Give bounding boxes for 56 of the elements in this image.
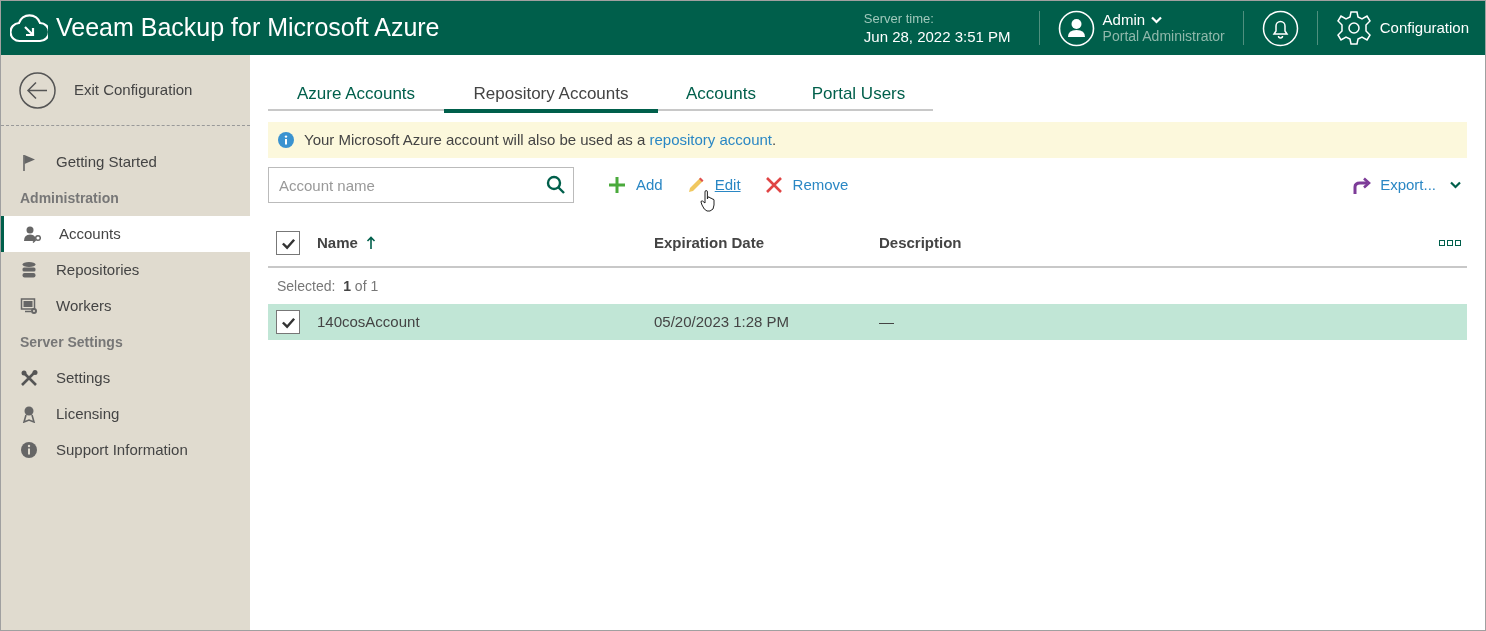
sidebar-item[interactable]: Support Information [1,432,250,468]
column-options-icon[interactable] [1439,240,1461,246]
tab[interactable]: Portal Users [784,75,933,113]
award-icon [20,405,38,423]
info-icon [278,132,294,148]
cross-icon [764,176,783,194]
search-icon [546,175,565,194]
user-role: Portal Administrator [1102,28,1225,45]
sidebar-section-heading: Administration [19,188,120,208]
table-cell: — [879,313,894,330]
app-title: Veeam Backup for Microsoft Azure [56,12,440,44]
sidebar-item[interactable]: Settings [1,360,250,396]
checkbox[interactable] [276,231,300,255]
table-cell: 140cosAccount [317,313,420,330]
chevron-down-icon [1450,181,1461,189]
chevron-down-icon[interactable] [1151,15,1163,24]
selection-count: Selected: 1 of 1 [277,276,379,296]
checkbox[interactable] [276,310,300,334]
table-cell: 05/20/2023 1:28 PM [654,313,790,330]
export-button[interactable]: Export... [1352,173,1461,197]
info-message: Your Microsoft Azure account will also be used as a repository account. [304,129,777,150]
remove-button[interactable]: Remove [764,173,849,197]
pencil-icon [686,176,705,194]
account-name-search-field[interactable]: Account name [268,167,574,203]
database-icon [20,261,38,279]
sidebar-item[interactable]: Licensing [1,396,250,432]
bell-icon[interactable] [1261,9,1299,47]
server-time: Jun 28, 2022 3:51 PM [863,28,1011,46]
user-key-icon [23,225,41,243]
column-header[interactable]: Expiration Date [654,231,765,255]
edit-button[interactable]: Edit [686,173,741,197]
sidebar-item[interactable]: Accounts [1,216,250,252]
column-header[interactable]: Description [879,231,962,255]
user-name[interactable]: Admin [1102,11,1146,28]
gear-icon [1335,10,1372,46]
configuration-button[interactable]: Configuration [1335,10,1469,46]
hand-cursor-icon [699,189,716,212]
add-button[interactable]: Add [608,173,663,197]
sidebar-section-heading: Server Settings [19,332,124,352]
user-avatar-icon[interactable] [1057,9,1095,47]
tab[interactable]: Azure Accounts [268,75,444,113]
monitor-gear-icon [20,297,38,315]
info-icon [20,441,38,459]
server-time-label: Server time: [863,10,935,28]
sidebar-item[interactable]: Repositories [1,252,250,288]
tools-icon [20,369,38,387]
plus-icon [608,176,626,194]
curved-arrow-icon [1352,175,1373,195]
flag-icon [20,153,38,171]
exit-configuration-button[interactable]: Exit Configuration [1,55,250,125]
tab[interactable]: Accounts [658,75,784,113]
sidebar-item[interactable]: Workers [1,288,250,324]
sidebar-item[interactable]: Getting Started [1,144,250,180]
table-row[interactable]: 140cosAccount 05/20/2023 1:28 PM — [268,304,1467,340]
column-header[interactable]: Name [317,231,358,255]
tab[interactable]: Repository Accounts [444,75,658,113]
